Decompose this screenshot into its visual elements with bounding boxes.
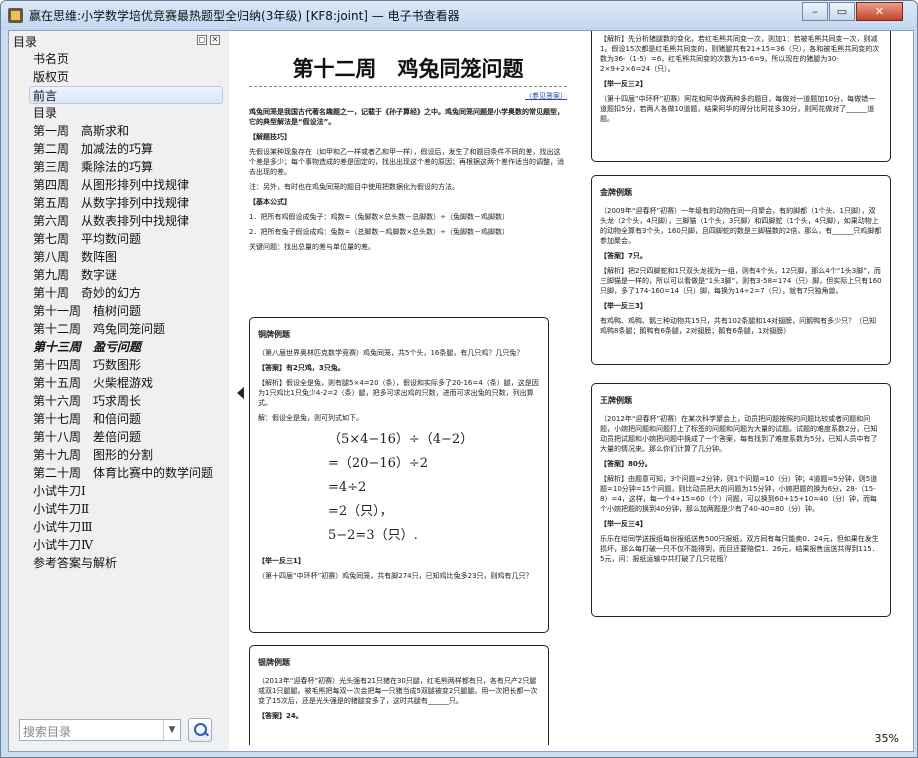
answer-link[interactable]: （参见答案）	[249, 91, 567, 101]
practice-heading: 【举一反三2】	[600, 80, 647, 88]
answer-text: 【答案】24。	[258, 712, 303, 720]
math-line: =（20−16）÷2	[328, 456, 429, 471]
intro-text: 鸡兔同笼是我国古代著名趣题之一，记载于《孙子算经》之中。鸡兔同笼问题是小学奥数的…	[249, 108, 564, 126]
maximize-button[interactable]: ▭	[829, 2, 855, 21]
toc-item[interactable]: 第十八周 差倍问题	[9, 428, 229, 446]
chevron-down-icon[interactable]: ▼	[163, 720, 180, 740]
toc-list: 书名页 版权页 前言 目录 第一周 高斯求和 第二周 加减法的巧算 第三周 乘除…	[9, 50, 229, 572]
right-page: 【解析】先分析猪腿数的变化，若红毛熊共同变一次，则加1：若被毛熊共同变一次，则减…	[591, 31, 909, 745]
toc-item[interactable]: 第九周 数字谜	[9, 266, 229, 284]
toc-item[interactable]: 小试牛刀Ⅰ	[9, 482, 229, 500]
example-title: 金牌例题	[600, 188, 632, 197]
math-line: =2（只），	[328, 504, 393, 519]
toc-item[interactable]: 第十一周 植树问题	[9, 302, 229, 320]
practice-text: （第十四届“中环杯”初赛）阿花和阿华做两种多的题目，每做对一道题加10分，每做错…	[600, 95, 876, 123]
toc-item[interactable]: 版权页	[9, 68, 229, 86]
math-line: （5×4−16）÷（4−2）	[328, 432, 474, 447]
question-text: （第八届世界奥林匹克数学竞赛）鸡兔同笼，共5个头，16条腿，有几只鸡？几只兔？	[258, 349, 524, 357]
formula-text: 1．把所有鸡假设成兔子：鸡数=（兔脚数×总头数－总脚数）÷（兔脚数－鸡脚数）	[249, 213, 510, 221]
toc-item-selected[interactable]: 前言	[29, 86, 223, 104]
close-button[interactable]: ✕	[856, 2, 903, 21]
section-heading: 【解题技巧】	[249, 133, 291, 141]
main-area: 目录 ◻ ✕ 书名页 版权页 前言 目录 第一周 高斯求和 第二周 加减法的巧算…	[8, 30, 914, 752]
toc-item[interactable]: 第十二周 鸡兔同笼问题	[9, 320, 229, 338]
section-heading: 【基本公式】	[249, 198, 291, 206]
window-title: 赢在思维:小学数学培优竞赛最热题型全归纳(3年级) [KF8:joint] — …	[29, 9, 460, 23]
continued-box: 【解析】先分析猪腿数的变化，若红毛熊共同变一次，则加1：若被毛熊共同变一次，则减…	[591, 31, 891, 162]
math-block: （5×4−16）÷（4−2） =（20−16）÷2 =4÷2 =2（只）， 5−…	[258, 428, 540, 548]
toc-item[interactable]: 第十周 奇妙的幻方	[9, 284, 229, 302]
toc-item[interactable]: 第二周 加减法的巧算	[9, 140, 229, 158]
analysis-text: 【解析】先分析猪腿数的变化，若红毛熊共同变一次，则加1：若被毛熊共同变一次，则减…	[600, 35, 880, 73]
previous-page-icon[interactable]	[237, 387, 244, 399]
toc-item[interactable]: 第十七周 和倍问题	[9, 410, 229, 428]
book-viewer[interactable]: 第十二周 鸡兔同笼问题 （参见答案） 鸡兔同笼是我国古代著名趣题之一，记载于《孙…	[229, 31, 913, 751]
toc-item[interactable]: 第十五周 火柴棍游戏	[9, 374, 229, 392]
key-point: 关键问题：找出总量的差与单位量的差。	[249, 243, 375, 251]
paragraph: 注：另外，有时也在鸡兔同笼的题目中使用把数据化为假设的方法。	[249, 183, 459, 191]
math-line: 5−2=3（只）.	[328, 528, 418, 543]
toc-item[interactable]: 第一周 高斯求和	[9, 122, 229, 140]
example-title: 铜牌例题	[258, 330, 290, 339]
analysis-text: 【解析】把2只四脚蛇和1只双头龙视为一组，则有4个头，12只脚，那么4个“1头3…	[600, 267, 882, 295]
toc-item[interactable]: 第七周 平均数问题	[9, 230, 229, 248]
practice-heading: 【举一反三1】	[258, 557, 305, 565]
toc-item[interactable]: 第二十周 体育比赛中的数学问题	[9, 464, 229, 482]
toc-item[interactable]: 第十四周 巧数图形	[9, 356, 229, 374]
search-placeholder: 搜索目录	[23, 725, 72, 739]
practice-text: （第十四届“中环杯”初赛）鸡兔同笼，共有脚274只，已知鸡比兔多23只，则鸡有几…	[258, 572, 533, 580]
paragraph: 先假设某种现象存在（如甲和乙一样或者乙和甲一样），假设后，发生了和题目条件不同的…	[249, 148, 564, 176]
toc-item[interactable]: 第十九周 图形的分割	[9, 446, 229, 464]
toc-item-current[interactable]: 第十三周 盈亏问题	[9, 338, 229, 356]
title-bar: 赢在思维:小学数学培优竞赛最热题型全归纳(3年级) [KF8:joint] — …	[1, 1, 917, 30]
toc-item[interactable]: 参考答案与解析	[9, 554, 229, 572]
toc-item[interactable]: 小试牛刀Ⅳ	[9, 536, 229, 554]
example-title: 银牌例题	[258, 658, 290, 667]
formula-text: 2．把所有兔子假设成鸡：兔数=（总脚数－鸡脚数×总头数）÷（兔脚数－鸡脚数）	[249, 228, 510, 236]
practice-text: 有鸡鸭、鸡鸭、鹅三种动物共15只，共有102条腿和14对翅膀，问鹅鸭有多少只？（…	[600, 317, 877, 335]
toc-item[interactable]: 第三周 乘除法的巧算	[9, 158, 229, 176]
toc-item[interactable]: 书名页	[9, 50, 229, 68]
toc-panel: 目录 ◻ ✕ 书名页 版权页 前言 目录 第一周 高斯求和 第二周 加减法的巧算…	[9, 31, 229, 751]
question-text: （2013年“迎春杯”初赛）光头强有21只猪在30只腿，红毛熊两样都有只，各有只…	[258, 677, 538, 705]
float-panel-icon[interactable]: ◻	[197, 35, 207, 45]
toc-item[interactable]: 第六周 从数表排列中找规律	[9, 212, 229, 230]
toc-item[interactable]: 小试牛刀Ⅱ	[9, 500, 229, 518]
analysis-text: 解：假设全是兔，则可列式如下。	[258, 414, 363, 422]
math-line: =4÷2	[328, 480, 367, 495]
analysis-text: 【解析】由题意可知，3个问题=2分钟，则1个问题=10（分）钟；4道题=5分钟，…	[600, 475, 878, 513]
answer-text: 【答案】80分。	[600, 460, 652, 468]
minimize-button[interactable]: –	[802, 2, 828, 21]
toc-item[interactable]: 第四周 从图形排列中找规律	[9, 176, 229, 194]
toc-header: 目录	[13, 35, 38, 49]
analysis-text: 【解析】假设全是兔，则有腿5×4=20（条），假设和实际多了20-16=4（条）…	[258, 379, 539, 407]
toc-item[interactable]: 第八周 数阵图	[9, 248, 229, 266]
answer-text: 【答案】有2只鸡，3只兔。	[258, 364, 345, 372]
answer-text: 【答案】7只。	[600, 252, 647, 260]
practice-heading: 【举一反三4】	[600, 520, 647, 528]
example-box-gold: 金牌例题 （2009年“迎春杯”初赛）一年级有的动物在同一月聚会，有的脚都（1个…	[591, 175, 891, 365]
practice-text: 乐乐在给同学送报纸每份报纸送售500只报纸，双方同有每只能卖0．24元，但如果在…	[600, 535, 879, 563]
example-box-king: 王牌例题 （2012年“迎春杯”初赛）在某次科学聚会上，动员把问题按照的问题比较…	[591, 383, 891, 617]
search-button[interactable]	[188, 718, 212, 742]
question-text: （2012年“迎春杯”初赛）在某次科学聚会上，动员把问题按照的问题比较或者问题和…	[600, 415, 878, 453]
example-box-silver: 银牌例题 （2013年“迎春杯”初赛）光头强有21只猪在30只腿，红毛熊两样都有…	[249, 645, 549, 745]
toc-search-input[interactable]: 搜索目录 ▼	[19, 719, 181, 741]
toc-item[interactable]: 小试牛刀Ⅲ	[9, 518, 229, 536]
question-text: （2009年“迎春杯”初赛）一年级有的动物在同一月聚会，有的脚都（1个头、1只脚…	[600, 207, 882, 245]
toc-item[interactable]: 第五周 从数字排列中找规律	[9, 194, 229, 212]
toc-item[interactable]: 目录	[9, 104, 229, 122]
app-icon	[8, 8, 23, 23]
left-page: 第十二周 鸡兔同笼问题 （参见答案） 鸡兔同笼是我国古代著名趣题之一，记载于《孙…	[249, 45, 567, 745]
chapter-title: 第十二周 鸡兔同笼问题	[249, 55, 567, 87]
example-box-bronze: 铜牌例题 （第八届世界奥林匹克数学竞赛）鸡兔同笼，共5个头，16条腿，有几只鸡？…	[249, 317, 549, 633]
app-window: 赢在思维:小学数学培优竞赛最热题型全归纳(3年级) [KF8:joint] — …	[0, 0, 918, 758]
zoom-level: 35%	[874, 732, 899, 745]
practice-heading: 【举一反三3】	[600, 302, 647, 310]
toc-item[interactable]: 第十六周 巧求周长	[9, 392, 229, 410]
example-title: 王牌例题	[600, 396, 632, 405]
close-panel-icon[interactable]: ✕	[210, 35, 220, 45]
